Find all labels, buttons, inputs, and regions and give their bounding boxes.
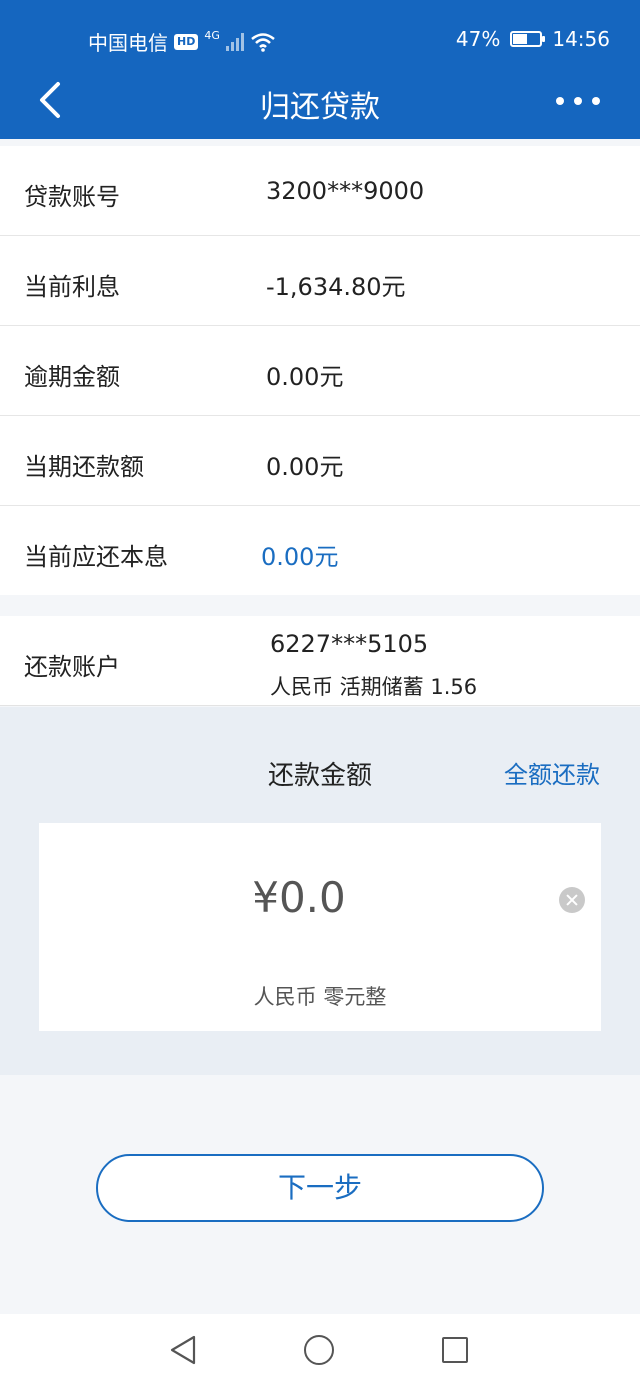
info-value: 0.00元 [266, 453, 344, 481]
signal-icon [225, 32, 244, 51]
info-row-current-interest: 当前利息 -1,634.80元 [0, 236, 640, 326]
amount-section: 还款金额 全额还款 ¥0.0 人民币 零元整 [0, 707, 640, 1075]
network-type: 4G [204, 29, 220, 42]
info-label: 贷款账号 [24, 183, 120, 211]
clock: 14:56 [552, 27, 610, 51]
info-value: 0.00元 [266, 363, 344, 391]
battery-icon [510, 31, 546, 47]
battery-percent: 47% [455, 27, 501, 51]
nav-recent-icon[interactable] [442, 1337, 468, 1363]
info-row-loan-account: 贷款账号 3200***9000 [0, 146, 640, 236]
info-label: 当期还款额 [24, 453, 144, 481]
nav-back-icon[interactable] [168, 1334, 198, 1366]
full-repay-link[interactable]: 全额还款 [504, 755, 600, 790]
amount-in-words: 人民币 零元整 [253, 985, 387, 1009]
info-row-overdue-amount: 逾期金额 0.00元 [0, 326, 640, 416]
clear-icon[interactable] [559, 887, 585, 913]
amount-input-card[interactable]: ¥0.0 人民币 零元整 [39, 823, 601, 1031]
next-button[interactable]: 下一步 [96, 1154, 544, 1222]
info-value: -1,634.80元 [266, 273, 406, 301]
info-value: 0.00元 [261, 543, 339, 571]
repay-account-number: 6227***5105 [270, 630, 429, 658]
info-label: 逾期金额 [24, 363, 120, 391]
info-label: 当前应还本息 [24, 543, 168, 571]
more-icon [556, 97, 564, 105]
info-row-period-repayment: 当期还款额 0.00元 [0, 416, 640, 506]
hd-badge: HD [174, 33, 199, 50]
header-bar: 中国电信 HD 4G 47% 14:56 归还贷款 [0, 0, 640, 139]
info-row-principal-interest-due: 当前应还本息 0.00元 [0, 506, 640, 595]
carrier-name: 中国电信 [88, 31, 168, 55]
more-button[interactable] [556, 89, 600, 113]
status-right: 47% 14:56 [456, 27, 610, 51]
nav-home-icon[interactable] [304, 1335, 334, 1365]
info-label: 当前利息 [24, 273, 120, 301]
info-value: 3200***9000 [266, 177, 425, 205]
repay-account-detail: 人民币 活期储蓄 1.56 [270, 675, 478, 699]
nav-bar: 归还贷款 [0, 64, 640, 139]
page-title: 归还贷款 [260, 90, 380, 125]
repay-account-label: 还款账户 [24, 653, 120, 681]
wifi-icon [251, 32, 275, 52]
system-nav-bar [0, 1314, 640, 1387]
carrier-info: 中国电信 HD 4G [88, 27, 276, 56]
loan-info-list: 贷款账号 3200***9000 当前利息 -1,634.80元 逾期金额 0.… [0, 146, 640, 595]
amount-input[interactable]: ¥0.0 [39, 873, 559, 922]
repay-account-row[interactable]: 还款账户 6227***5105 人民币 活期储蓄 1.56 [0, 616, 640, 706]
